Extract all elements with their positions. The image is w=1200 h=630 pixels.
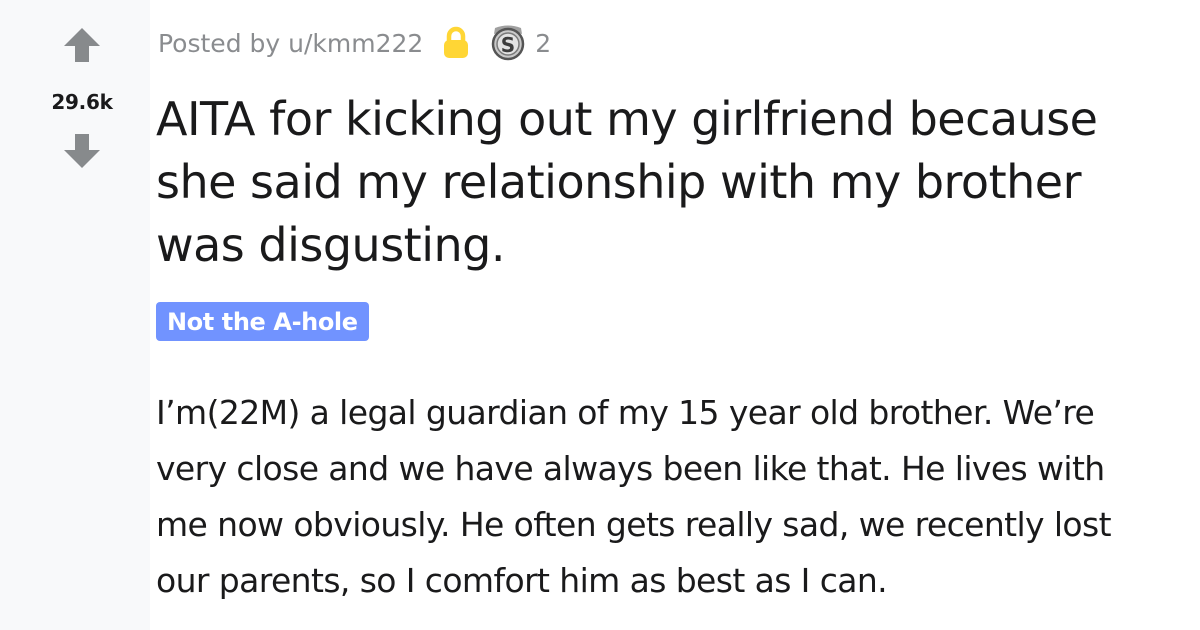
upvote-arrow-icon[interactable] [62,26,102,64]
post-meta: Posted by u/kmm222 S 2 [158,24,551,62]
svg-text:S: S [501,33,515,57]
vote-score: 29.6k [51,90,113,114]
post-flair[interactable]: Not the A-hole [156,302,369,341]
lock-icon [439,26,473,60]
award-count: 2 [535,28,552,58]
post-title[interactable]: AITA for kicking out my girlfriend becau… [156,88,1166,277]
posted-by-user-link[interactable]: Posted by u/kmm222 [158,29,423,58]
downvote-arrow-icon[interactable] [62,132,102,170]
vote-column: 29.6k [0,0,150,630]
silver-award-icon[interactable]: S [487,24,529,62]
post-body: I’m(22M) a legal guardian of my 15 year … [156,393,1112,600]
